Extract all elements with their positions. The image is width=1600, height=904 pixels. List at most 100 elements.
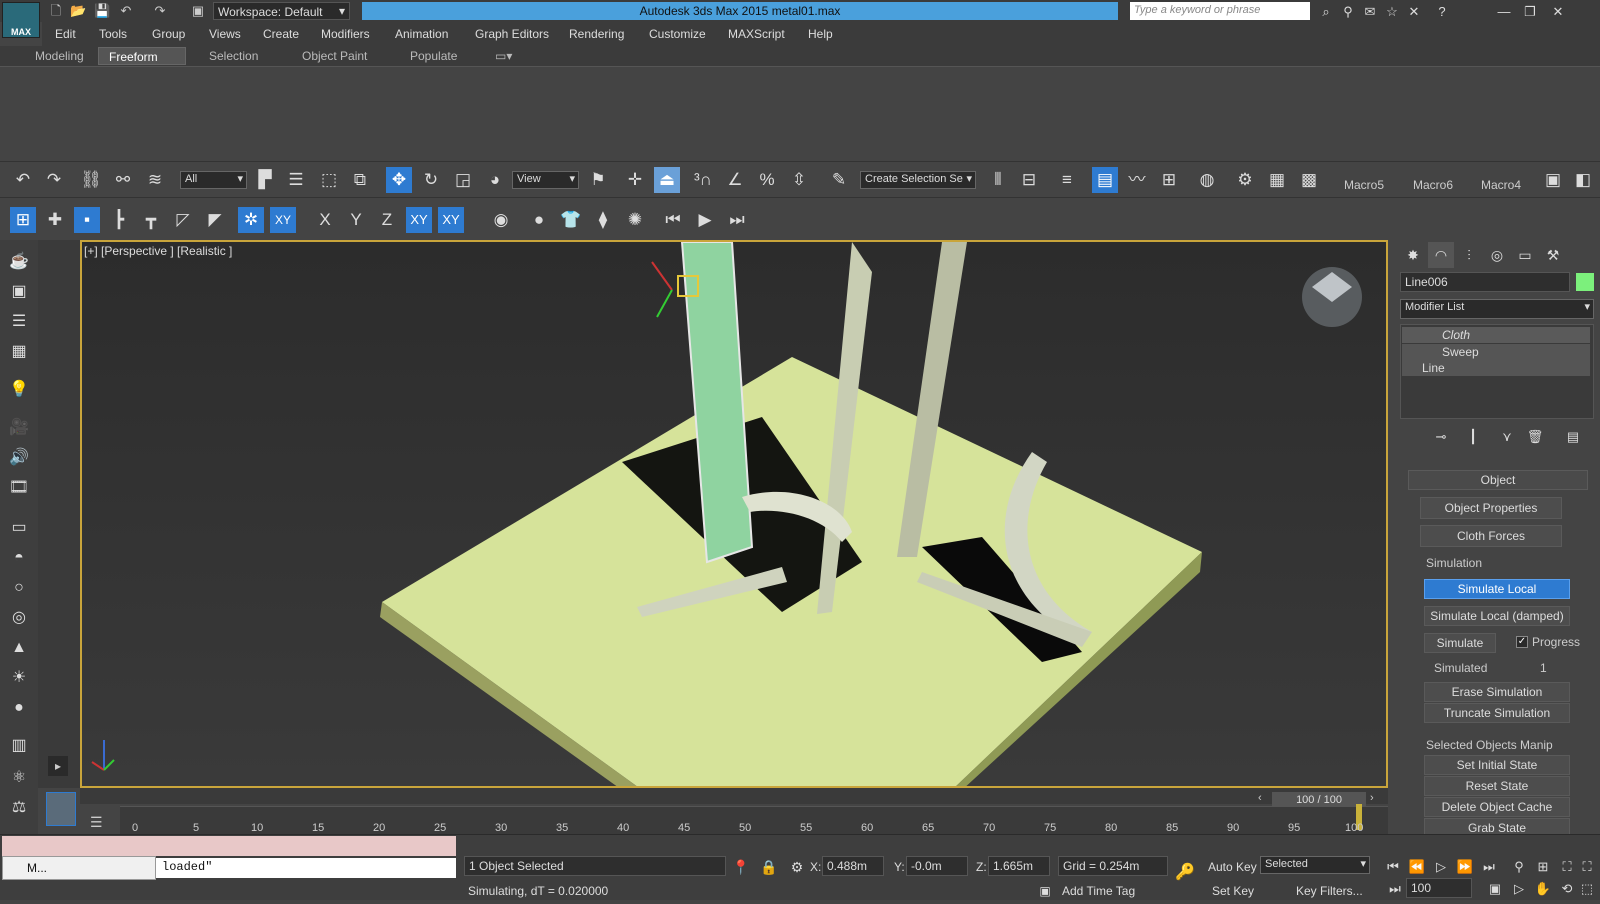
reset-state-button[interactable]: Reset State: [1424, 776, 1570, 796]
maxscript-listener-mini[interactable]: [2, 836, 456, 856]
workspace-dropdown[interactable]: Workspace: Default: [213, 2, 350, 20]
unlink-icon[interactable]: ⚯: [110, 167, 136, 193]
play-icon[interactable]: ▷: [1428, 854, 1454, 880]
align-icon[interactable]: ⊟: [1016, 167, 1042, 193]
auto-key-button[interactable]: Auto Key: [1208, 860, 1257, 874]
tab-freeform[interactable]: Freeform: [98, 47, 186, 65]
pan-icon[interactable]: ✋: [1530, 876, 1556, 902]
rendered-frame-icon[interactable]: ▦: [1264, 167, 1290, 193]
next-frame-icon[interactable]: ›: [1370, 792, 1382, 806]
grid-snap-icon[interactable]: ⊞: [10, 207, 36, 233]
place-icon[interactable]: ◕: [482, 167, 508, 193]
object-properties-button[interactable]: Object Properties: [1420, 497, 1562, 519]
bind-spacewarp-icon[interactable]: ≋: [142, 167, 168, 193]
pin-stack-icon[interactable]: ⊸: [1428, 424, 1454, 450]
isolate-icon[interactable]: 📍: [728, 854, 754, 880]
tab-populate[interactable]: Populate: [400, 47, 467, 65]
pivot-center-icon[interactable]: ⚑: [585, 167, 611, 193]
move-icon[interactable]: ✥: [386, 167, 412, 193]
snap-face-icon[interactable]: ◸: [170, 207, 196, 233]
close-icon[interactable]: ✕: [1550, 4, 1566, 20]
cloth-forces-button[interactable]: Cloth Forces: [1420, 525, 1562, 547]
minimized-window[interactable]: M...: [2, 856, 156, 880]
playback-icon[interactable]: ▶: [692, 207, 718, 233]
film-icon[interactable]: 🎞: [7, 476, 31, 500]
key-mode-toggle-icon[interactable]: ⏭: [1382, 876, 1408, 902]
snap-midpoint-icon[interactable]: ┣: [106, 207, 132, 233]
search-tool-icon[interactable]: ⚲: [1340, 4, 1356, 20]
cone-icon[interactable]: ▲: [7, 636, 31, 660]
expand-arrow-icon[interactable]: ▸: [48, 756, 68, 776]
macro4-button[interactable]: Macro4: [1481, 178, 1521, 192]
utilities-tab-icon[interactable]: ⚒: [1540, 242, 1566, 268]
tab-object-paint[interactable]: Object Paint: [292, 47, 377, 65]
axis-xy-button[interactable]: XY: [406, 207, 432, 233]
molecule-icon[interactable]: ⚛: [7, 766, 31, 790]
stack-item-cloth[interactable]: Cloth: [1402, 327, 1590, 343]
material-editor-icon[interactable]: ◍: [1194, 167, 1220, 193]
maximize-viewport-icon[interactable]: ⬚: [1574, 876, 1600, 902]
open-file-icon[interactable]: 📂: [70, 3, 86, 19]
edit-named-selection-icon[interactable]: ✎: [826, 167, 852, 193]
motion-tab-icon[interactable]: ◎: [1484, 242, 1510, 268]
teapot-icon[interactable]: ☕: [7, 250, 31, 274]
undo-icon[interactable]: ↶: [10, 167, 36, 193]
modify-tab-icon[interactable]: ◠: [1428, 242, 1454, 268]
perspective-viewport[interactable]: [+] [Perspective ] [Realistic ]: [80, 240, 1388, 788]
axis-xy-cycle-button[interactable]: XY: [438, 207, 464, 233]
undo-icon[interactable]: ↶: [118, 3, 134, 19]
sun-icon[interactable]: ☀: [7, 666, 31, 690]
toolbar-extra-icon[interactable]: ▣: [1540, 167, 1566, 193]
sound-icon[interactable]: 🔊: [7, 446, 31, 470]
menu-tools[interactable]: Tools: [99, 27, 127, 41]
search-input[interactable]: Type a keyword or phrase: [1130, 2, 1310, 20]
light-icon[interactable]: 💡: [7, 378, 31, 402]
pipe-icon[interactable]: ⧫: [590, 207, 616, 233]
track-bar-menu-icon[interactable]: ☰: [90, 814, 103, 831]
layer-manager-icon[interactable]: ≡: [1054, 167, 1080, 193]
link-icon[interactable]: ⛓: [78, 167, 104, 193]
menu-modifiers[interactable]: Modifiers: [321, 27, 370, 41]
keyboard-shortcut-override-icon[interactable]: ⏏: [654, 167, 680, 193]
menu-create[interactable]: Create: [263, 27, 299, 41]
curve-editor-icon[interactable]: 〰: [1124, 167, 1150, 193]
axis-y-button[interactable]: Y: [343, 207, 369, 233]
compass-icon[interactable]: ⚖: [7, 796, 31, 820]
scale-icon[interactable]: ◲: [450, 167, 476, 193]
simulate-button[interactable]: Simulate: [1424, 633, 1496, 653]
sphere-icon[interactable]: ●: [526, 207, 552, 233]
save-icon[interactable]: 💾: [94, 3, 110, 19]
macro6-button[interactable]: Macro6: [1413, 178, 1453, 192]
toolbar-extra2-icon[interactable]: ◧: [1570, 167, 1596, 193]
window-crossing-icon[interactable]: ⧉: [347, 167, 373, 193]
exchange-icon[interactable]: ✕: [1406, 4, 1422, 20]
menu-group[interactable]: Group: [152, 27, 185, 41]
playback-end-icon[interactable]: ⏭: [724, 207, 750, 233]
render-frame-icon[interactable]: ▣: [7, 280, 31, 304]
add-time-tag-button[interactable]: Add Time Tag: [1062, 884, 1135, 898]
minimize-icon[interactable]: —: [1496, 4, 1512, 20]
snap-pivot-icon[interactable]: ◤: [202, 207, 228, 233]
snap-options-icon[interactable]: ✲: [238, 207, 264, 233]
key-mode-dropdown[interactable]: Selected: [1260, 856, 1370, 874]
progress-checkbox[interactable]: ✓: [1516, 636, 1528, 648]
angle-snap-icon[interactable]: ∠: [722, 167, 748, 193]
tab-selection[interactable]: Selection: [199, 47, 268, 65]
snaps-toggle-icon[interactable]: ³∩: [690, 167, 716, 193]
redo-icon[interactable]: ↷: [41, 167, 67, 193]
modifier-list-dropdown[interactable]: Modifier List: [1400, 299, 1594, 319]
list-icon[interactable]: ☰: [7, 310, 31, 334]
camera-icon[interactable]: 🎥: [7, 416, 31, 440]
tab-modeling[interactable]: Modeling: [25, 47, 94, 65]
disc-icon[interactable]: ●: [7, 696, 31, 720]
snap-endpoint-icon[interactable]: ▪: [74, 207, 100, 233]
mini-curve-editor-button[interactable]: [46, 792, 76, 826]
menu-maxscript[interactable]: MAXScript: [728, 27, 785, 41]
named-selection-set-dropdown[interactable]: Create Selection Se: [860, 171, 976, 189]
ribbon-options-icon[interactable]: ▭▾: [485, 47, 522, 65]
spinner-snap-icon[interactable]: ⇳: [786, 167, 812, 193]
shirt-icon[interactable]: 👕: [558, 207, 584, 233]
object-color-swatch[interactable]: [1576, 273, 1594, 291]
remove-modifier-icon[interactable]: 🗑: [1522, 424, 1548, 450]
x-coordinate-field[interactable]: 0.488m: [822, 856, 884, 876]
